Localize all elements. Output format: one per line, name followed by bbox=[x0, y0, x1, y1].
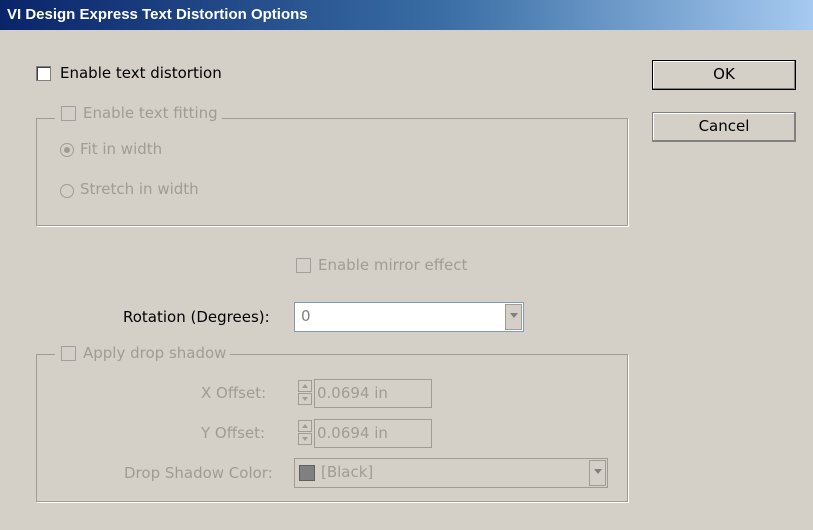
window-title: VI Design Express Text Distortion Option… bbox=[7, 6, 308, 23]
stretch-in-width-label: Stretch in width bbox=[80, 180, 199, 198]
enable-mirror-effect-checkbox[interactable] bbox=[296, 258, 311, 273]
cancel-button[interactable]: Cancel bbox=[652, 112, 796, 142]
dialog-body: Enable text distortion Enable text fitti… bbox=[0, 30, 813, 530]
chevron-down-icon[interactable] bbox=[505, 304, 522, 330]
chevron-down-icon[interactable] bbox=[589, 460, 606, 486]
enable-text-fitting-label: Enable text fitting bbox=[83, 104, 218, 122]
x-offset-label: X Offset: bbox=[201, 384, 267, 402]
drop-shadow-color-dropdown[interactable]: [Black] bbox=[294, 458, 608, 488]
enable-text-fitting-checkbox[interactable] bbox=[61, 106, 76, 121]
apply-drop-shadow-checkbox[interactable] bbox=[61, 346, 76, 361]
fit-in-width-radio[interactable] bbox=[60, 143, 74, 157]
y-offset-label: Y Offset: bbox=[201, 424, 266, 442]
text-fitting-group bbox=[36, 118, 628, 226]
drop-shadow-color-label: Drop Shadow Color: bbox=[124, 464, 273, 482]
apply-drop-shadow-label: Apply drop shadow bbox=[83, 344, 227, 362]
spinner-up-icon[interactable] bbox=[298, 420, 312, 432]
x-offset-value: 0.0694 in bbox=[317, 384, 388, 402]
rotation-value: 0 bbox=[301, 307, 311, 325]
x-offset-input[interactable]: 0.0694 in bbox=[314, 379, 432, 408]
fit-in-width-label: Fit in width bbox=[80, 140, 163, 158]
y-offset-spinner-icon[interactable] bbox=[298, 420, 312, 446]
enable-mirror-effect-label: Enable mirror effect bbox=[318, 256, 468, 274]
enable-text-distortion-checkbox[interactable] bbox=[36, 66, 51, 81]
rotation-label: Rotation (Degrees): bbox=[123, 308, 270, 326]
drop-shadow-color-value: [Black] bbox=[321, 463, 374, 481]
color-swatch-icon bbox=[299, 465, 315, 481]
y-offset-value: 0.0694 in bbox=[317, 424, 388, 442]
rotation-dropdown[interactable]: 0 bbox=[294, 302, 524, 332]
text-fitting-legend: Enable text fitting bbox=[55, 103, 222, 125]
title-bar: VI Design Express Text Distortion Option… bbox=[0, 0, 813, 30]
x-offset-spinner-icon[interactable] bbox=[298, 380, 312, 406]
drop-shadow-legend: Apply drop shadow bbox=[55, 343, 231, 365]
spinner-down-icon[interactable] bbox=[298, 433, 312, 445]
spinner-down-icon[interactable] bbox=[298, 393, 312, 405]
spinner-up-icon[interactable] bbox=[298, 380, 312, 392]
stretch-in-width-radio[interactable] bbox=[60, 184, 74, 198]
enable-text-distortion-label: Enable text distortion bbox=[60, 64, 222, 82]
y-offset-input[interactable]: 0.0694 in bbox=[314, 419, 432, 448]
ok-button[interactable]: OK bbox=[652, 60, 796, 90]
radio-dot-icon bbox=[64, 147, 70, 153]
